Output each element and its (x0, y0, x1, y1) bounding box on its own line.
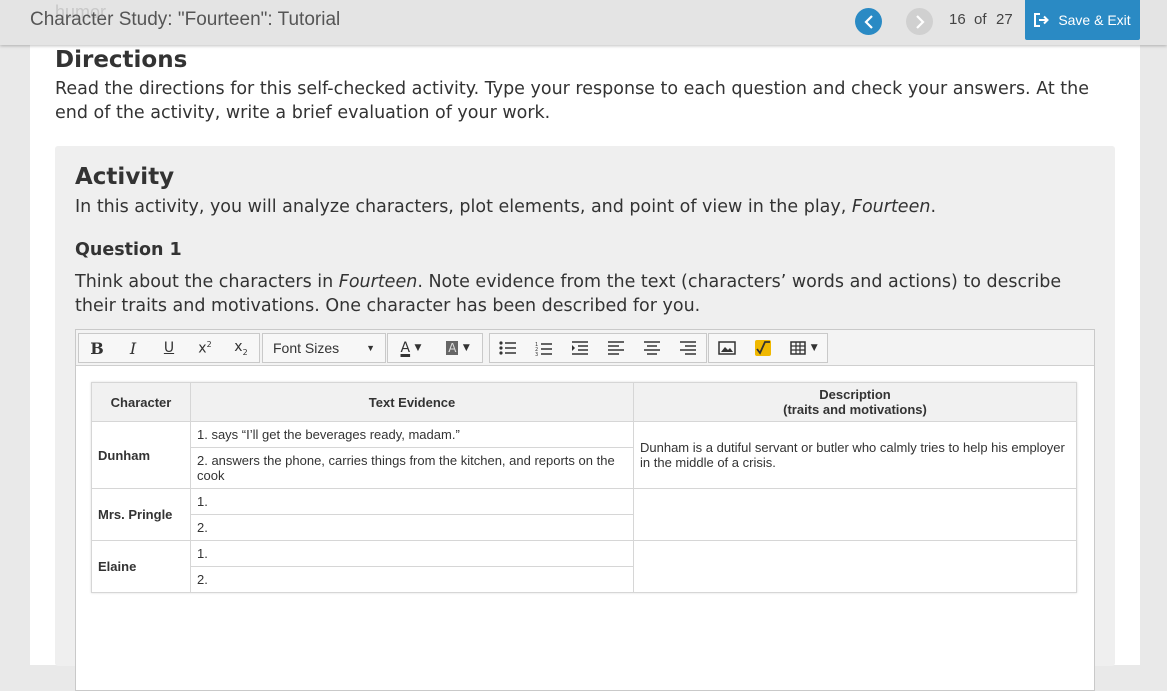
bullet-list-button[interactable] (490, 334, 526, 362)
bullet-list-icon (499, 341, 516, 355)
align-right-button[interactable] (670, 334, 706, 362)
play-title: Fourteen (851, 197, 931, 217)
column-header-character: Character (91, 382, 191, 422)
align-center-icon (644, 341, 660, 355)
text-color-icon: A (400, 340, 411, 356)
previous-page-button[interactable] (855, 8, 882, 35)
table-row: Elaine 1. (91, 540, 1077, 593)
top-bar: humor Character Study: "Fourteen": Tutor… (0, 0, 1167, 45)
caret-down-icon: ▼ (414, 343, 422, 353)
indent-button[interactable] (562, 334, 598, 362)
page-total: 27 (996, 11, 1013, 28)
description-cell[interactable]: Dunham is a dutiful servant or butler wh… (633, 421, 1077, 489)
page-of-label: of (974, 11, 987, 28)
evidence-cell[interactable]: 2. answers the phone, carries things fro… (190, 447, 634, 489)
directions-heading: Directions (55, 47, 188, 73)
caret-down-icon: ▼ (366, 343, 375, 353)
subscript-icon: x2 (234, 339, 248, 357)
underline-button[interactable]: U (151, 334, 187, 362)
insert-group: ▼ (708, 333, 828, 363)
character-table: Character Text Evidence Description (trai… (91, 382, 1077, 593)
math-icon (755, 340, 771, 356)
font-sizes-dropdown[interactable]: Font Sizes ▼ (262, 333, 386, 363)
lesson-card: Directions Read the directions for this … (30, 45, 1140, 691)
align-left-button[interactable] (598, 334, 634, 362)
align-right-icon (680, 341, 696, 355)
numbered-list-button[interactable]: 123 (526, 334, 562, 362)
numbered-list-icon: 123 (535, 342, 552, 356)
save-and-exit-button[interactable]: Save & Exit (1025, 0, 1140, 40)
insert-image-button[interactable] (709, 334, 745, 362)
chevron-right-icon (915, 14, 925, 29)
rich-text-editor[interactable]: B I U x2 x2 Font Sizes ▼ A ▼ A ▼ 123 ▼ C… (75, 329, 1095, 691)
character-cell[interactable]: Mrs. Pringle (91, 488, 191, 541)
align-center-button[interactable] (634, 334, 670, 362)
caret-down-icon: ▼ (810, 343, 818, 353)
format-group: B I U x2 x2 (78, 333, 260, 363)
evidence-cell[interactable]: 1. (190, 540, 634, 567)
exit-icon (1034, 13, 1050, 27)
bold-button[interactable]: B (79, 334, 115, 362)
paragraph-group: 123 (489, 333, 707, 363)
character-cell[interactable]: Dunham (91, 421, 191, 489)
chevron-left-icon (863, 14, 873, 29)
underline-icon: U (163, 340, 175, 356)
question-heading: Question 1 (75, 240, 182, 260)
italic-icon: I (129, 338, 137, 358)
evidence-cell[interactable]: 2. (190, 514, 634, 541)
play-title: Fourteen (338, 272, 418, 292)
question-text: Think about the characters in Fourteen. … (75, 272, 1062, 316)
insert-math-button[interactable] (745, 334, 781, 362)
table-row: Dunham 1. says “I’ll get the beverages r… (91, 421, 1077, 489)
column-header-description: Description (traits and motivations) (633, 382, 1077, 422)
text-color-button[interactable]: A ▼ (388, 334, 434, 362)
next-page-button[interactable] (906, 8, 933, 35)
directions-text: Read the directions for this self-checke… (55, 79, 1089, 123)
subscript-button[interactable]: x2 (223, 334, 259, 362)
page-current: 16 (949, 11, 966, 28)
editor-toolbar: B I U x2 x2 Font Sizes ▼ A ▼ A ▼ 123 ▼ (76, 330, 1094, 366)
description-cell[interactable] (633, 540, 1077, 593)
character-cell[interactable]: Elaine (91, 540, 191, 593)
save-and-exit-label: Save & Exit (1058, 12, 1131, 28)
activity-intro: In this activity, you will analyze chara… (75, 197, 937, 217)
italic-button[interactable]: I (115, 334, 151, 362)
superscript-icon: x2 (198, 339, 212, 357)
insert-table-button[interactable]: ▼ (781, 334, 827, 362)
activity-heading: Activity (75, 164, 175, 190)
font-sizes-label: Font Sizes (273, 340, 340, 356)
highlight-color-button[interactable]: A ▼ (434, 334, 482, 362)
column-header-text-evidence: Text Evidence (190, 382, 634, 422)
image-icon (718, 341, 736, 355)
description-cell[interactable] (633, 488, 1077, 541)
evidence-cell[interactable]: 2. (190, 566, 634, 593)
svg-text:3: 3 (535, 352, 538, 356)
table-header-row: Character Text Evidence Description (trai… (91, 382, 1077, 422)
lesson-title: Character Study: "Fourteen": Tutorial (30, 9, 341, 30)
highlight-color-icon: A (446, 341, 459, 355)
color-group: A ▼ A ▼ (387, 333, 483, 363)
editor-content[interactable]: Character Text Evidence Description (trai… (91, 382, 1077, 593)
superscript-button[interactable]: x2 (187, 334, 223, 362)
activity-panel: Activity In this activity, you will anal… (55, 146, 1115, 691)
caret-down-icon: ▼ (462, 343, 470, 353)
align-left-icon (608, 341, 624, 355)
evidence-cell[interactable]: 1. says “I’ll get the beverages ready, m… (190, 421, 634, 448)
evidence-cell[interactable]: 1. (190, 488, 634, 515)
table-icon (790, 341, 807, 355)
table-row: Mrs. Pringle 1. (91, 488, 1077, 541)
indent-icon (572, 341, 588, 355)
bold-icon: B (90, 338, 104, 358)
